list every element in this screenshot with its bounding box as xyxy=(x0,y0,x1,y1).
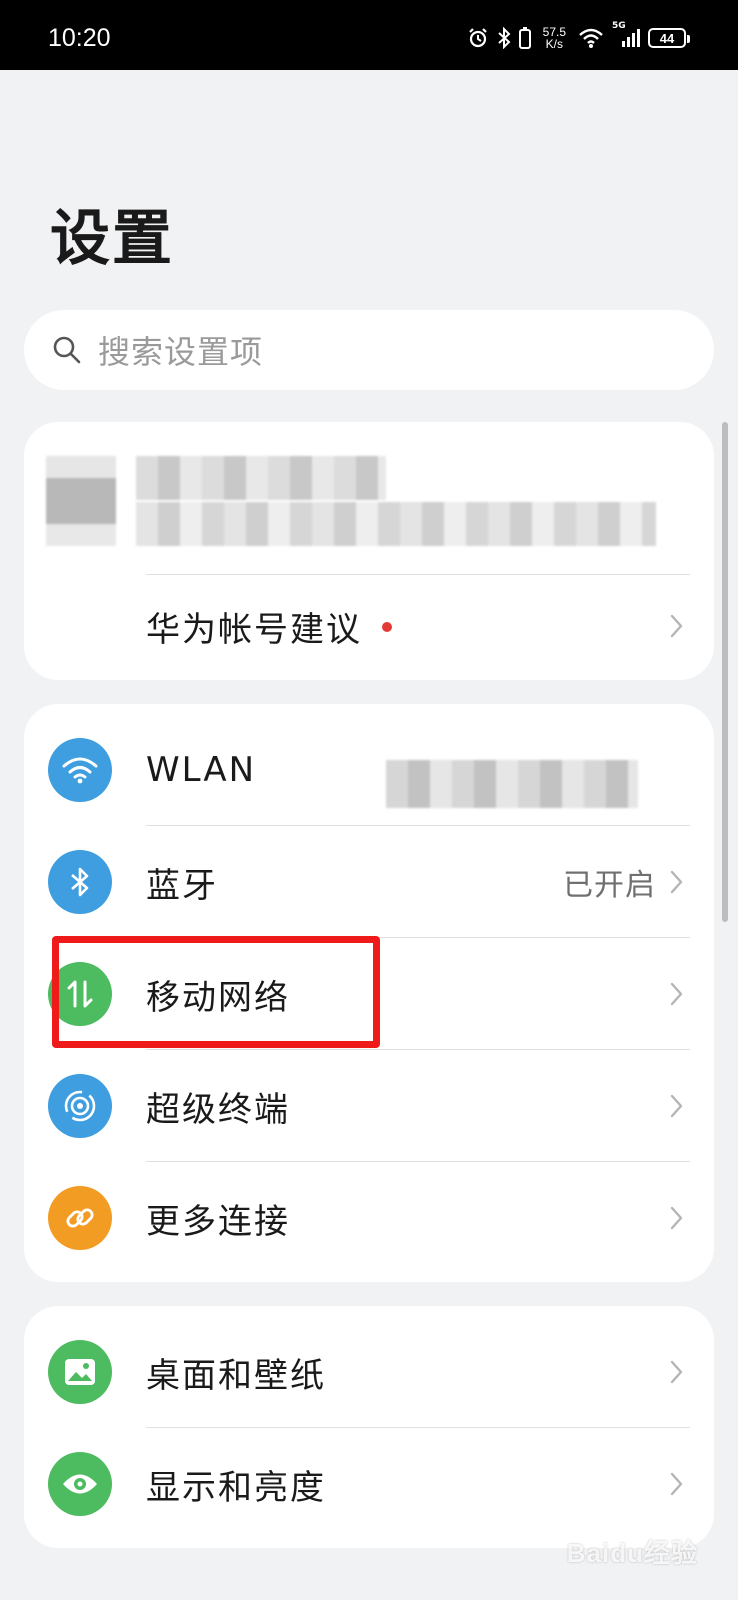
settings-item-label: 更多连接 xyxy=(146,1201,290,1242)
wlan-network-name-redacted xyxy=(386,760,638,808)
chevron-right-icon xyxy=(670,982,683,1006)
settings-item-mobile-network[interactable]: 移动网络 xyxy=(24,938,714,1050)
signal-type-label: 5G xyxy=(612,21,626,31)
account-suggestion-row[interactable]: 华为帐号建议 xyxy=(24,570,714,680)
mobile-data-icon xyxy=(48,962,112,1026)
bluetooth-icon xyxy=(48,850,112,914)
chevron-right-icon xyxy=(670,1094,683,1118)
settings-item-label: WLAN xyxy=(146,750,257,790)
search-placeholder: 搜索设置项 xyxy=(98,333,264,371)
alarm-icon xyxy=(467,27,489,49)
settings-item-bluetooth[interactable]: 蓝牙 已开启 xyxy=(24,826,714,938)
settings-item-wallpaper[interactable]: 桌面和壁纸 xyxy=(24,1316,714,1428)
chevron-right-icon xyxy=(670,614,683,638)
page-title: 设置 xyxy=(50,204,174,274)
chevron-right-icon xyxy=(670,1206,683,1230)
avatar xyxy=(46,456,116,546)
search-icon xyxy=(53,336,81,364)
status-icons: 57.5 K/s 5G 44 xyxy=(467,21,690,50)
bluetooth-status-value: 已开启 xyxy=(563,868,656,903)
network-speed-unit: K/s xyxy=(545,37,563,51)
battery-indicator: 44 xyxy=(648,28,690,48)
super-device-icon xyxy=(48,1074,112,1138)
chevron-right-icon xyxy=(670,1360,683,1384)
network-card: WLAN 蓝牙 已开启 移动网络 超级终端 更多连接 xyxy=(24,704,714,1282)
wallpaper-icon xyxy=(48,1340,112,1404)
chevron-right-icon xyxy=(670,1472,683,1496)
status-bar: 10:20 57.5 K/s 5G 44 xyxy=(0,0,738,70)
account-suggestion-text: 华为帐号建议 xyxy=(146,609,362,650)
settings-item-label: 超级终端 xyxy=(146,1089,290,1130)
eye-icon xyxy=(48,1452,112,1516)
settings-item-label: 移动网络 xyxy=(146,977,290,1018)
settings-item-label: 蓝牙 xyxy=(146,865,218,906)
display-card: 桌面和壁纸 显示和亮度 xyxy=(24,1306,714,1548)
account-name-redacted xyxy=(136,456,386,500)
account-profile-row[interactable] xyxy=(24,422,714,572)
bluetooth-status-icon xyxy=(497,27,511,49)
settings-item-super-device[interactable]: 超级终端 xyxy=(24,1050,714,1162)
cellular-signal-icon: 5G xyxy=(612,21,640,49)
account-card: 华为帐号建议 xyxy=(24,422,714,680)
account-id-redacted xyxy=(136,502,656,546)
settings-item-label: 显示和亮度 xyxy=(146,1467,326,1508)
settings-item-display-brightness[interactable]: 显示和亮度 xyxy=(24,1428,714,1540)
link-icon xyxy=(48,1186,112,1250)
chevron-right-icon xyxy=(670,870,683,894)
settings-item-label: 桌面和壁纸 xyxy=(146,1355,326,1396)
status-time: 10:20 xyxy=(48,24,111,52)
wifi-icon xyxy=(48,738,112,802)
vibrate-battery-icon xyxy=(518,27,531,49)
scrollbar[interactable] xyxy=(722,422,728,922)
watermark: Baidu经验 xyxy=(566,1538,698,1568)
network-speed: 57.5 K/s xyxy=(543,26,566,50)
search-input[interactable]: 搜索设置项 xyxy=(24,310,714,390)
wifi-status-icon xyxy=(578,27,604,49)
notification-dot xyxy=(382,622,392,632)
settings-item-more-connections[interactable]: 更多连接 xyxy=(24,1162,714,1274)
account-suggestion-label: 华为帐号建议 xyxy=(146,602,392,651)
settings-item-wlan[interactable]: WLAN xyxy=(24,714,714,826)
